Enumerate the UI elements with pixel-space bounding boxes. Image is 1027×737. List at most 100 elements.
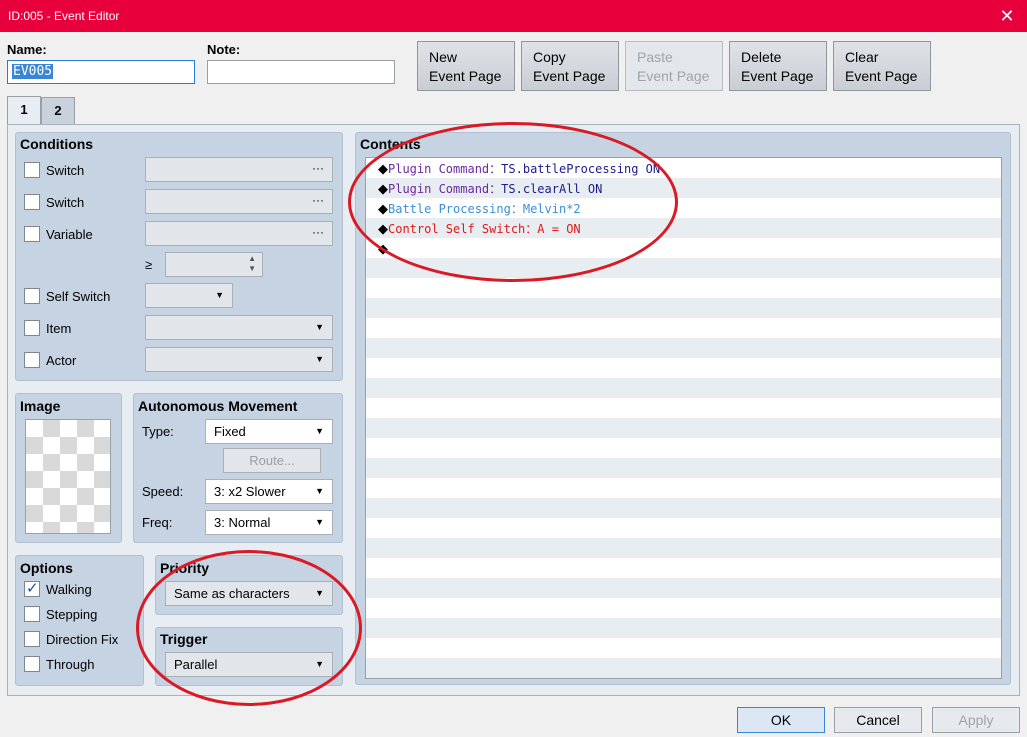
checkbox-box[interactable] [24,226,40,242]
command-args: Melvin*2 [522,202,581,216]
event-command-row[interactable]: ◆Plugin Command：TS.battleProcessing ON [378,159,660,179]
variable-value-spinner[interactable]: ▲ ▼ [165,252,263,277]
chevron-down-icon: ▼ [315,588,324,598]
event-commands-list[interactable]: ◆Plugin Command：TS.battleProcessing ON ◆… [365,157,1002,679]
new-event-page-line1: New [429,49,458,65]
gte-symbol: ≥ [145,257,153,272]
movement-freq-select[interactable]: 3: Normal ▼ [205,510,333,535]
item-select[interactable]: ▼ [145,315,333,340]
event-command-row-empty[interactable]: ◆ [378,239,388,259]
condition-variable-checkbox[interactable]: Variable [24,224,93,244]
movement-speed-value: 3: x2 Slower [214,484,286,499]
checkbox-box[interactable] [24,162,40,178]
option-label: Stepping [46,606,98,622]
checkbox-box[interactable] [24,320,40,336]
option-stepping-checkbox[interactable]: Stepping [24,604,97,624]
condition-label: Self Switch [46,288,111,304]
clear-event-page-button[interactable]: Clear Event Page [833,41,931,91]
movement-freq-label: Freq: [142,515,173,530]
movement-type-value: Fixed [214,424,246,439]
condition-label: Variable [46,226,93,242]
tab-page-2[interactable]: 2 [41,97,75,124]
condition-actor-checkbox[interactable]: Actor [24,350,76,370]
event-command-row[interactable]: ◆Control Self Switch：A = ON [378,219,581,239]
delete-event-page-line2: Event Page [741,68,814,84]
contents-title: Contents [360,136,421,152]
checkbox-box[interactable] [24,194,40,210]
chevron-down-icon: ▼ [315,426,324,436]
option-through-checkbox[interactable]: Through [24,654,94,674]
event-command-row[interactable]: ◆Plugin Command：TS.clearAll ON [378,179,602,199]
paste-event-page-button[interactable]: Paste Event Page [625,41,723,91]
command-name: Battle Processing [388,202,511,216]
movement-speed-select[interactable]: 3: x2 Slower ▼ [205,479,333,504]
close-icon[interactable]: ✕ [987,0,1027,32]
checkbox-checked-icon[interactable] [24,579,40,597]
checkbox-box[interactable] [24,352,40,368]
ellipsis-icon: ··· [312,225,324,239]
trigger-value: Parallel [174,657,218,672]
note-input[interactable] [207,60,395,84]
option-label: Through [46,656,95,672]
delete-event-page-line1: Delete [741,49,782,65]
switch2-select[interactable]: ··· [145,189,333,214]
spinner-arrows-icon[interactable]: ▲ ▼ [248,254,256,274]
command-args: TS.battleProcessing ON [501,162,661,176]
command-separator: ： [510,202,523,216]
delete-event-page-button[interactable]: Delete Event Page [729,41,827,91]
chevron-down-icon: ▼ [315,486,324,496]
command-separator: ： [489,162,502,176]
command-name: Plugin Command [388,162,490,176]
command-args: TS.clearAll ON [501,182,603,196]
options-title: Options [20,560,73,576]
option-walking-checkbox[interactable]: Walking [24,579,92,599]
condition-label: Switch [46,162,85,178]
copy-event-page-button[interactable]: Copy Event Page [521,41,619,91]
checkbox-box[interactable] [24,606,40,622]
name-input[interactable]: EV005 [7,60,195,84]
clear-event-page-line2: Event Page [845,68,918,84]
event-command-row[interactable]: ◆Battle Processing：Melvin*2 [378,199,581,219]
self-switch-select[interactable]: ▼ [145,283,233,308]
new-event-page-button[interactable]: New Event Page [417,41,515,91]
condition-switch1-checkbox[interactable]: Switch [24,160,84,180]
chevron-down-icon: ▼ [315,517,324,527]
movement-freq-value: 3: Normal [214,515,271,530]
copy-event-page-line2: Event Page [533,68,606,84]
cancel-button[interactable]: Cancel [834,707,922,733]
variable-select[interactable]: ··· [145,221,333,246]
command-args: A = ON [537,222,581,236]
route-button[interactable]: Route... [223,448,321,473]
condition-item-checkbox[interactable]: Item [24,318,71,338]
condition-self-switch-checkbox[interactable]: Self Switch [24,286,110,306]
option-direction-fix-checkbox[interactable]: Direction Fix [24,629,118,649]
paste-event-page-line1: Paste [637,49,673,65]
ok-button[interactable]: OK [737,707,825,733]
movement-type-select[interactable]: Fixed ▼ [205,419,333,444]
event-image-preview[interactable] [25,419,111,534]
priority-select[interactable]: Same as characters ▼ [165,581,333,606]
chevron-down-icon: ▼ [215,290,224,300]
movement-speed-label: Speed: [142,484,184,499]
condition-label: Item [46,320,72,336]
command-separator: ： [525,222,538,236]
command-separator: ： [489,182,502,196]
diamond-icon: ◆ [378,162,388,177]
condition-switch2-checkbox[interactable]: Switch [24,192,84,212]
conditions-title: Conditions [20,136,94,152]
tab-page-1[interactable]: 1 [7,96,41,125]
diamond-icon: ◆ [378,222,388,237]
checkbox-box[interactable] [24,656,40,672]
switch1-select[interactable]: ··· [145,157,333,182]
name-label: Name: [7,42,47,57]
apply-button[interactable]: Apply [932,707,1020,733]
window-title: ID:005 - Event Editor [8,9,120,23]
ellipsis-icon: ··· [312,193,324,207]
copy-event-page-line1: Copy [533,49,566,65]
trigger-select[interactable]: Parallel ▼ [165,652,333,677]
chevron-down-icon: ▼ [315,659,324,669]
checkbox-box[interactable] [24,631,40,647]
title-bar: ID:005 - Event Editor ✕ [0,0,1027,32]
actor-select[interactable]: ▼ [145,347,333,372]
checkbox-box[interactable] [24,288,40,304]
